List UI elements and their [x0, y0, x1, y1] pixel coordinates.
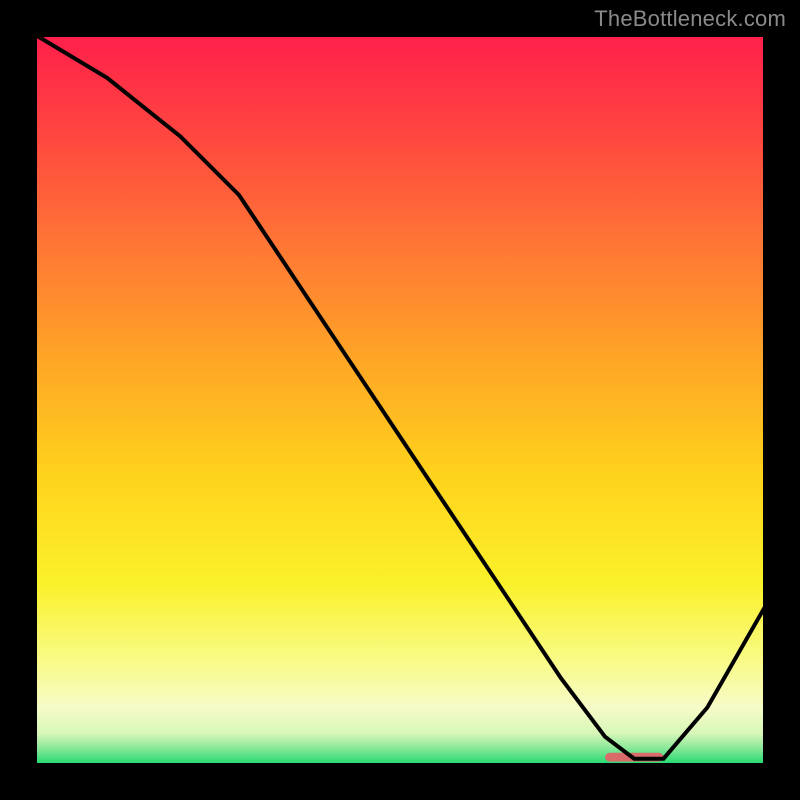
- chart-svg: [0, 0, 800, 800]
- chart-stage: TheBottleneck.com: [0, 0, 800, 800]
- plot-background: [34, 34, 766, 766]
